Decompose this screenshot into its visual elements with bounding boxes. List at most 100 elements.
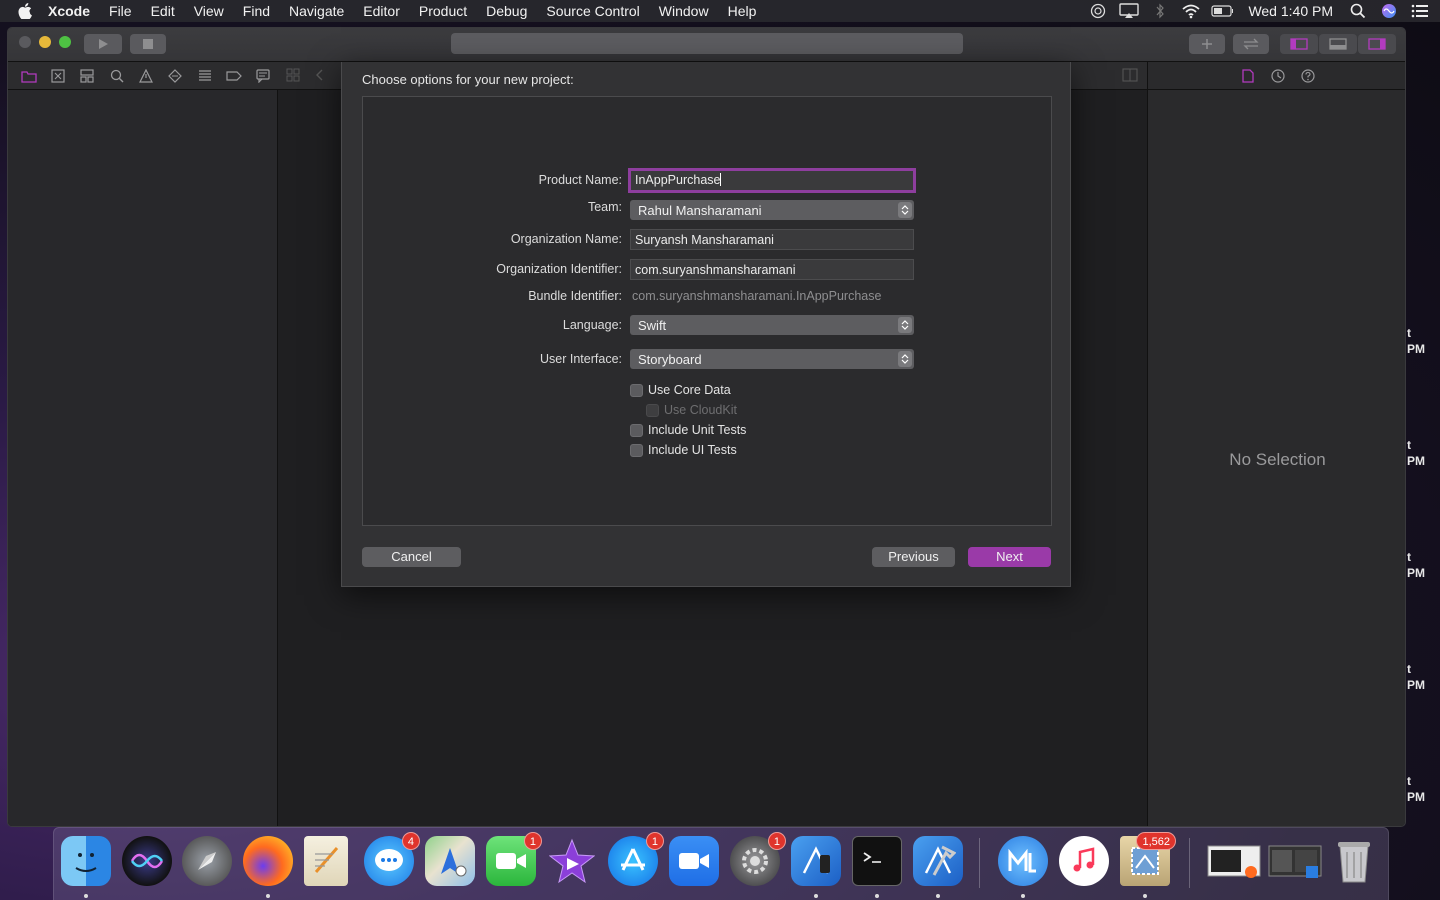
mail-stamp-icon[interactable]: 1,562 [1120, 832, 1176, 886]
minimized-window-thumbnail[interactable] [1267, 836, 1323, 886]
siri-icon[interactable] [1378, 3, 1400, 19]
minimize-window-button[interactable] [39, 36, 51, 48]
close-window-button[interactable] [19, 36, 31, 48]
zoom-video-icon[interactable] [669, 836, 719, 886]
launchpad-rocket-icon[interactable] [182, 836, 232, 886]
xcode-hammer-icon[interactable] [913, 836, 963, 886]
running-indicator [266, 894, 270, 898]
wifi-icon[interactable] [1180, 3, 1202, 19]
menu-file[interactable]: File [109, 3, 132, 19]
back-chevron-icon[interactable] [314, 68, 324, 85]
running-indicator [84, 894, 88, 898]
code-review-button[interactable] [1233, 34, 1269, 54]
cancel-button[interactable]: Cancel [362, 547, 461, 567]
toggle-debug-area-button[interactable] [1319, 34, 1357, 54]
checkbox-box [630, 423, 643, 437]
terminal-icon[interactable] [852, 836, 902, 886]
menu-source-control[interactable]: Source Control [546, 3, 639, 19]
notification-center-icon[interactable] [1409, 3, 1431, 19]
background-window-stub: t PM [1407, 662, 1425, 692]
status-area: Wed 1:40 PM [1087, 0, 1440, 22]
zoom-window-button[interactable] [59, 36, 71, 48]
battery-icon[interactable] [1211, 3, 1234, 19]
messages-icon[interactable]: 4 [364, 832, 420, 886]
spotlight-search-icon[interactable] [1347, 3, 1369, 19]
dock-separator [979, 838, 980, 888]
menu-edit[interactable]: Edit [151, 3, 175, 19]
breakpoint-navigator-icon[interactable] [219, 66, 248, 86]
organization-identifier-label: Organization Identifier: [496, 262, 622, 276]
use-core-data-checkbox[interactable]: Use Core Data [630, 382, 731, 398]
running-indicator [1143, 894, 1147, 898]
running-indicator [875, 894, 879, 898]
user-interface-popup[interactable]: Storyboard [630, 349, 914, 369]
imovie-star-icon[interactable] [547, 836, 597, 886]
quick-help-question-icon[interactable] [1299, 67, 1317, 85]
include-ui-tests-checkbox[interactable]: Include UI Tests [630, 442, 737, 458]
menu-view[interactable]: View [194, 3, 224, 19]
menu-debug[interactable]: Debug [486, 3, 527, 19]
stop-icon [143, 39, 153, 49]
focus-icon[interactable] [1087, 3, 1109, 19]
firefox-icon[interactable] [243, 836, 293, 886]
pages-icon[interactable] [304, 836, 348, 886]
organization-identifier-input[interactable]: com.suryanshmansharamani [630, 259, 914, 280]
system-preferences-gear-icon[interactable]: 1 [730, 832, 786, 886]
menu-find[interactable]: Find [243, 3, 270, 19]
report-navigator-speech-bubble-icon[interactable] [249, 66, 278, 86]
include-unit-tests-checkbox[interactable]: Include Unit Tests [630, 422, 746, 438]
next-button[interactable]: Next [968, 547, 1051, 567]
project-navigator-folder-icon[interactable] [14, 66, 43, 86]
music-note-icon[interactable] [1059, 836, 1109, 886]
finder-icon[interactable] [61, 836, 111, 886]
test-navigator-diamond-icon[interactable] [161, 66, 190, 86]
related-items-grid-icon[interactable] [286, 68, 300, 85]
trash-icon[interactable] [1329, 836, 1379, 886]
facetime-icon[interactable]: 1 [486, 832, 542, 886]
debug-navigator-icon[interactable] [190, 66, 219, 86]
left-panel-icon [1290, 38, 1308, 50]
symbol-navigator-icon[interactable] [73, 66, 102, 86]
library-button[interactable] [1189, 34, 1225, 54]
sheet-title: Choose options for your new project: [362, 72, 574, 87]
menu-editor[interactable]: Editor [363, 3, 400, 19]
issue-navigator-warning-icon[interactable] [131, 66, 160, 86]
menu-help[interactable]: Help [728, 3, 757, 19]
menu-navigate[interactable]: Navigate [289, 3, 344, 19]
bundle-identifier-label: Bundle Identifier: [528, 289, 622, 303]
menu-product[interactable]: Product [419, 3, 467, 19]
organization-name-input[interactable]: Suryansh Mansharamani [630, 229, 914, 250]
apple-menu-icon[interactable] [18, 3, 32, 19]
menu-app-xcode[interactable]: Xcode [48, 3, 90, 19]
find-navigator-search-icon[interactable] [102, 66, 131, 86]
run-button[interactable] [84, 34, 122, 54]
product-name-input[interactable]: InAppPurchase [628, 168, 916, 193]
add-editor-split-icon[interactable] [1122, 68, 1138, 85]
history-inspector-clock-icon[interactable] [1269, 67, 1287, 85]
airplay-icon[interactable] [1118, 3, 1140, 19]
previous-button[interactable]: Previous [872, 547, 955, 567]
language-popup[interactable]: Swift [630, 315, 914, 335]
bundle-identifier-value: com.suryanshmansharamani.InAppPurchase [632, 289, 882, 303]
mindnode-ml-icon[interactable] [998, 836, 1048, 886]
siri-icon[interactable] [122, 836, 172, 886]
toggle-navigator-button[interactable] [1280, 34, 1318, 54]
app-store-icon[interactable]: 1 [608, 832, 664, 886]
source-control-navigator-icon[interactable] [43, 66, 72, 86]
minimized-window-thumbnail[interactable] [1206, 836, 1262, 886]
bluetooth-icon[interactable] [1149, 3, 1171, 19]
file-inspector-document-icon[interactable] [1239, 67, 1257, 85]
new-project-options-sheet: Choose options for your new project: Pro… [341, 62, 1071, 587]
maps-icon[interactable] [425, 836, 475, 886]
stop-button[interactable] [130, 34, 166, 54]
simulator-icon[interactable] [791, 836, 841, 886]
menu-window[interactable]: Window [659, 3, 709, 19]
use-cloudkit-checkbox: Use CloudKit [646, 402, 737, 418]
menubar-clock[interactable]: Wed 1:40 PM [1248, 3, 1333, 19]
dock-separator [1189, 838, 1190, 888]
team-popup[interactable]: Rahul Mansharamani [630, 200, 914, 220]
toggle-inspector-button[interactable] [1358, 34, 1396, 54]
facetime-badge: 1 [523, 832, 542, 850]
organization-identifier-row: Organization Identifier: com.suryanshman… [363, 259, 1053, 281]
bottom-panel-icon [1329, 38, 1347, 50]
